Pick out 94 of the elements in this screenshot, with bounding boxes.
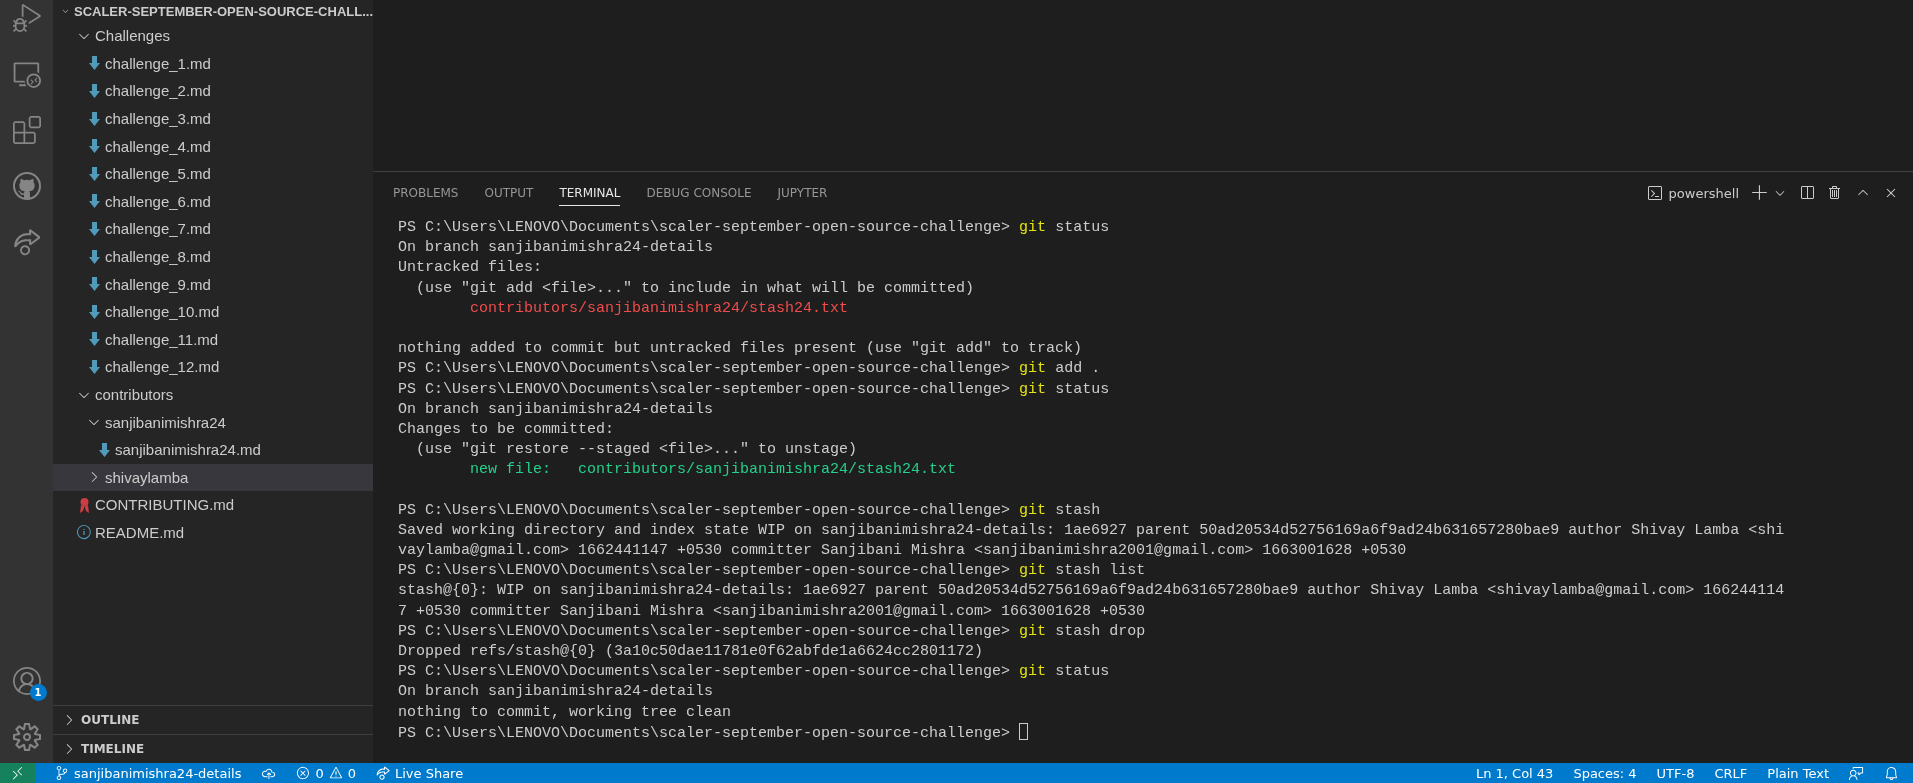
section-header[interactable]: OUTLINE	[53, 705, 373, 734]
status-item[interactable]: CRLF	[1714, 765, 1748, 781]
file-item[interactable]: challenge_11.md	[53, 325, 373, 354]
down-arrow-icon	[88, 359, 100, 374]
terminal-line: PS C:\Users\LENOVO\Documents\scaler-september-open-source-challenge> git add .	[398, 359, 1102, 380]
terminal-line: (use "git restore --staged <file>..." to unstage)	[415, 440, 859, 461]
file-item[interactable]: challenge_7.md	[53, 215, 373, 243]
terminal-line: Saved working directory and index state WIP on sanjibanimishra24-details: 1ae6927 parent 50ad20534d52756169a6f9ad24b631657280bae9 author Shivay Lamba <shi	[398, 520, 1786, 541]
branch-button[interactable]: sanjibanimishra24-details	[55, 765, 242, 781]
terminal-line: contributors/sanjibanimishra24/stash24.txt	[469, 298, 850, 319]
github-icon[interactable]	[12, 172, 41, 200]
file-item[interactable]: challenge_5.md	[53, 159, 373, 188]
file-item[interactable]: challenge_4.md	[53, 132, 373, 160]
bell-icon[interactable]	[1884, 765, 1899, 781]
down-arrow-icon	[88, 304, 100, 319]
down-arrow-icon	[88, 111, 100, 126]
down-arrow-icon	[88, 56, 100, 71]
terminal-line: PS C:\Users\LENOVO\Documents\scaler-september-open-source-challenge> git stash drop	[398, 621, 1147, 642]
terminal-line: nothing to commit, working tree clean	[398, 702, 733, 723]
down-arrow-icon	[88, 194, 100, 209]
cursor	[1019, 722, 1029, 740]
status-item[interactable]: UTF-8	[1656, 765, 1695, 781]
terminal-line: PS C:\Users\LENOVO\Documents\scaler-september-open-source-challenge> git status	[398, 662, 1111, 683]
run-debug-icon[interactable]	[12, 4, 41, 32]
file-item[interactable]: sanjibanimishra24.md	[53, 435, 373, 464]
file-item[interactable]: challenge_3.md	[53, 104, 373, 133]
workspace-header[interactable]: SCALER-SEPTEMBER-OPEN-SOURCE-CHALL...	[53, 0, 373, 22]
remote-button[interactable]	[0, 763, 35, 783]
notification-badge: 1	[29, 684, 47, 701]
trash-icon[interactable]	[1827, 185, 1843, 201]
folder-item[interactable]: sanjibanimishra24	[53, 408, 373, 436]
down-arrow-icon	[88, 277, 100, 292]
down-arrow-icon	[88, 84, 100, 98]
terminal-icon	[1646, 185, 1663, 201]
extensions-icon[interactable]	[12, 116, 41, 144]
file-item[interactable]: challenge_6.md	[53, 187, 373, 216]
problems-button[interactable]: 0 0	[296, 765, 356, 781]
ribbon-icon	[78, 496, 90, 513]
file-item[interactable]: challenge_10.md	[53, 297, 373, 326]
terminal-line: PS C:\Users\LENOVO\Documents\scaler-september-open-source-challenge>	[398, 724, 1012, 742]
terminal-line: vaylamba@gmail.com> 1662441147 +0530 committer Sanjibani Mishra <sanjibanimishra2001@gmail.com> 1663001628 +0530	[398, 541, 1408, 561]
folder-item[interactable]: contributors	[53, 380, 373, 409]
down-arrow-icon	[88, 166, 100, 181]
terminal-line: nothing added to commit but untracked files present (use "git add" to track)	[398, 339, 1084, 360]
down-arrow-icon	[88, 221, 100, 236]
file-item[interactable]: challenge_8.md	[53, 242, 373, 271]
terminal-line: PS C:\Users\LENOVO\Documents\scaler-september-open-source-challenge> git stash list	[398, 561, 1147, 582]
warning-icon	[328, 766, 343, 780]
plus-icon[interactable]	[1751, 184, 1769, 202]
info-icon	[76, 524, 92, 541]
terminal-line: PS C:\Users\LENOVO\Documents\scaler-september-open-source-challenge> git stash	[398, 500, 1102, 521]
panel-tab[interactable]: DEBUG CONSOLE	[646, 180, 752, 206]
panel-tab[interactable]: TERMINAL	[559, 180, 621, 206]
panel-tab[interactable]: JUPYTER	[777, 180, 828, 206]
terminal-line: (use "git add <file>..." to include in what will be committed)	[415, 278, 976, 299]
terminal-selector[interactable]: powershell	[1646, 185, 1739, 201]
error-icon	[296, 766, 311, 780]
feedback-icon[interactable]	[1849, 765, 1864, 781]
terminal-line: On branch sanjibanimishra24-details	[398, 399, 715, 420]
file-item[interactable]: CONTRIBUTING.md	[53, 491, 373, 519]
file-item[interactable]: challenge_9.md	[53, 270, 373, 298]
file-item[interactable]: challenge_2.md	[53, 77, 373, 105]
split-icon[interactable]	[1799, 185, 1815, 201]
remote-icon	[10, 765, 25, 781]
settings-icon[interactable]	[12, 723, 41, 751]
file-item[interactable]: challenge_1.md	[53, 49, 373, 78]
folder-item[interactable]: Challenges	[53, 22, 373, 50]
terminal-line: 7 +0530 committer Sanjibani Mishra <sanjibanimishra2001@gmail.com> 1663001628 +0530	[398, 601, 1147, 622]
remote-explorer-icon[interactable]	[12, 60, 41, 88]
file-item[interactable]: README.md	[53, 518, 373, 547]
status-item[interactable]: Spaces: 4	[1573, 765, 1637, 781]
file-item[interactable]: challenge_12.md	[53, 353, 373, 381]
panel-tab[interactable]: PROBLEMS	[393, 180, 459, 206]
folder-item[interactable]: shivaylamba	[53, 463, 373, 492]
status-item[interactable]: Plain Text	[1767, 765, 1829, 781]
terminal-line: Changes to be committed:	[398, 419, 616, 440]
terminal-line: new file: contributors/sanjibanimishra24/stash24.txt	[469, 460, 958, 481]
terminal-line: On branch sanjibanimishra24-details	[398, 238, 715, 259]
branch-icon	[55, 766, 69, 780]
terminal-line: PS C:\Users\LENOVO\Documents\scaler-september-open-source-challenge> git status	[398, 218, 1111, 238]
panel-tab[interactable]: OUTPUT	[484, 180, 534, 206]
terminal-line: PS C:\Users\LENOVO\Documents\scaler-september-open-source-challenge> git status	[398, 379, 1111, 400]
down-arrow-icon	[88, 249, 100, 264]
terminal-line: Untracked files:	[398, 258, 544, 279]
terminal-line: On branch sanjibanimishra24-details	[398, 682, 715, 703]
live-share-icon	[376, 766, 390, 780]
live-share-icon[interactable]	[12, 228, 41, 256]
terminal-line: stash@{0}: WIP on sanjibanimishra24-details: 1ae6927 parent 50ad20534d52756169a6f9ad24b631657280bae9 author Shivay Lamba <shivaylamba@gmail.com> 166244114	[398, 581, 1786, 602]
terminal-line: Dropped refs/stash@{0} (3a10c50dae11781e0f62abfde1a6624cc2801172)	[398, 641, 985, 662]
live-share-button[interactable]: Live Share	[376, 765, 464, 781]
status-item[interactable]: Ln 1, Col 43	[1475, 765, 1554, 781]
down-arrow-icon	[88, 332, 100, 347]
down-arrow-icon	[98, 442, 110, 457]
down-arrow-icon	[88, 139, 100, 154]
